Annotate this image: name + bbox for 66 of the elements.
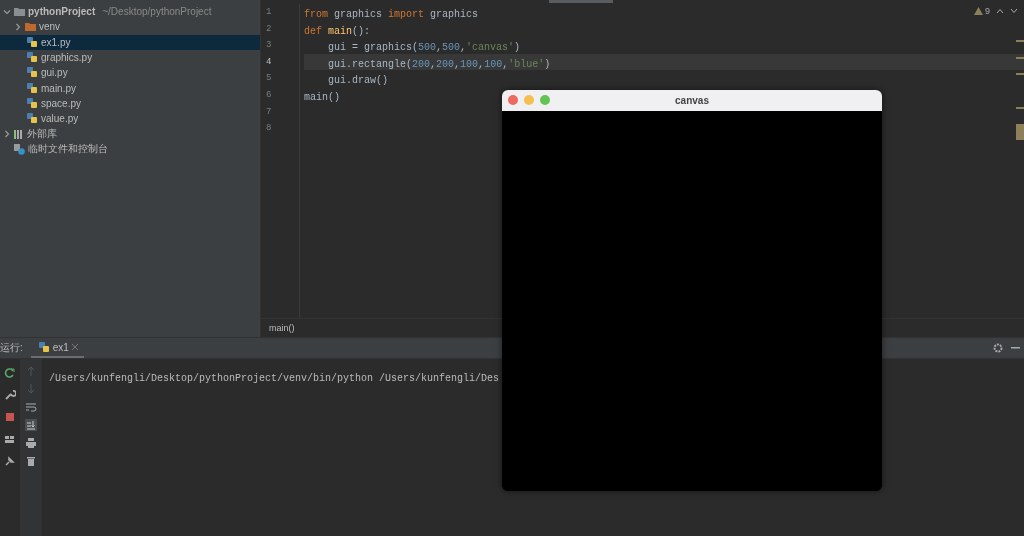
tree-item[interactable]: pythonProject ~/Desktop/pythonProject [0,4,260,20]
project-path: ~/Desktop/pythonProject [102,6,212,18]
console-output: /Users/kunfengli/Desktop/pythonProject/venv/bin/python /Users/kunfengli/Des [49,373,500,384]
wrench-icon[interactable] [4,389,16,401]
chevron-down-icon[interactable] [3,7,11,16]
line-number: 4 [265,55,273,69]
close-icon[interactable] [71,344,78,350]
code-line: gui.draw() [327,74,388,87]
scrollbar-thumb[interactable] [549,0,613,3]
code-line: gui.rectangle(200,200,100,100,'blue') [327,57,551,70]
line-number: 8 [265,122,273,136]
chevron-up-icon[interactable] [996,8,1004,14]
tree-item[interactable]: value.py [0,111,260,127]
pin-icon[interactable] [4,455,16,467]
line-number: 2 [265,22,273,36]
chevron-right-icon[interactable] [14,22,22,31]
tree-item[interactable]: venv [0,19,260,35]
line-number: 1 [265,6,273,19]
warning-icon [974,7,983,15]
window-title: canvas [675,95,709,106]
chevron-down-icon[interactable] [1010,8,1018,14]
folder-icon [14,7,25,17]
folder-icon [25,22,36,32]
python-file-icon [27,82,38,94]
run-label: 运行: [0,341,23,355]
tree-item[interactable]: main.py [0,80,260,96]
tree-item[interactable]: 外部库 [0,126,260,142]
run-tab[interactable]: ex1 [30,338,84,358]
code-line: from graphics import graphics [304,8,479,20]
project-name: pythonProject [28,6,96,18]
arrow-down-icon[interactable] [25,383,37,395]
code-line: def main(): [304,24,371,37]
python-file-icon [27,52,38,64]
settings-icon[interactable] [993,343,1003,353]
minimize-icon[interactable] [1011,347,1020,349]
python-file-icon [27,67,38,79]
print-icon[interactable] [25,437,37,449]
library-icon [14,129,24,139]
line-number: 5 [265,72,273,86]
python-file-icon [38,341,50,353]
code-line: gui = graphics(500,500,'canvas') [327,41,521,54]
line-number: 6 [265,88,273,102]
tree-item[interactable]: ex1.py [0,34,260,50]
breadcrumb[interactable]: main() [269,323,295,333]
scroll-to-end-icon[interactable] [25,419,37,431]
code-line: main() [304,90,340,103]
python-file-icon [27,36,38,48]
python-file-icon [27,97,38,109]
warning-count[interactable]: 9 [974,6,990,16]
line-number: 7 [265,105,273,119]
tree-item[interactable]: space.py [0,95,260,112]
line-number: 3 [265,39,273,53]
chevron-right-icon[interactable] [3,130,11,138]
tree-item[interactable]: 临时文件和控制台 [0,141,260,157]
scratch-file-icon [14,143,25,155]
zoom-button[interactable] [540,95,550,105]
python-file-icon [27,113,38,125]
trash-icon[interactable] [25,455,37,467]
close-button[interactable] [508,95,518,105]
layout-icon[interactable] [4,433,16,445]
tree-item[interactable]: graphics.py [0,49,260,66]
rerun-icon[interactable] [4,367,16,379]
stop-icon[interactable] [4,411,16,423]
soft-wrap-icon[interactable] [25,401,37,413]
tree-item[interactable]: gui.py [0,65,260,81]
arrow-up-icon[interactable] [25,365,37,377]
